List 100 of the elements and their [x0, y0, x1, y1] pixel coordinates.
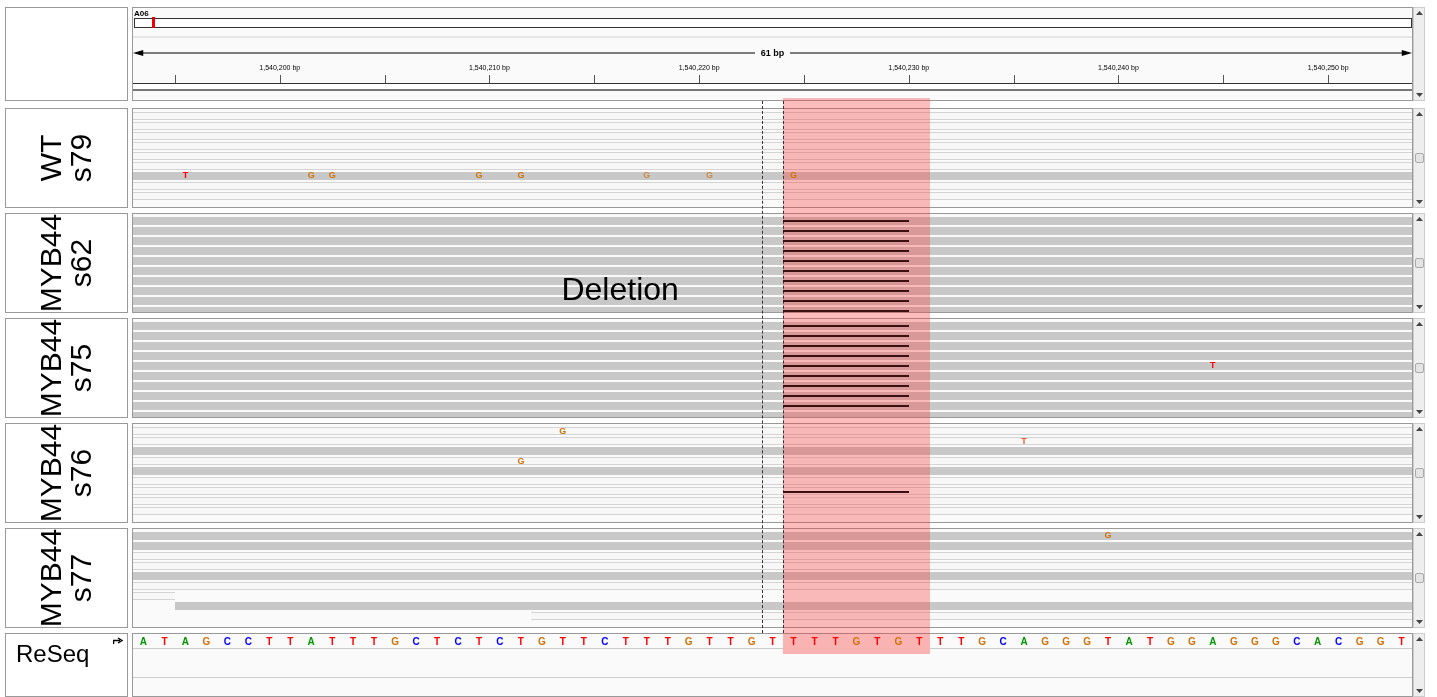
sequence-base: T — [1397, 635, 1406, 647]
sequence-base: C — [243, 635, 253, 647]
sequence-base: T — [705, 635, 714, 647]
sequence-base: A — [180, 635, 191, 647]
sequence-base: T — [783, 634, 804, 654]
mismatch-base: G — [475, 171, 483, 180]
scrollbar[interactable] — [1413, 423, 1425, 523]
scrollbar-thumb[interactable] — [1414, 468, 1424, 478]
scrollbar-thumb[interactable] — [1414, 153, 1424, 163]
mismatch-base: T — [1210, 361, 1216, 370]
sequence-base: C — [600, 635, 610, 647]
scrollbar[interactable] — [1413, 633, 1425, 697]
tick-mark — [594, 75, 596, 83]
sequence-base: G — [1354, 635, 1365, 647]
tick-mark — [1118, 75, 1120, 83]
scrollbar[interactable] — [1413, 213, 1425, 313]
scrollbar-thumb[interactable] — [1414, 258, 1424, 268]
mismatch-base: T — [182, 171, 189, 180]
sequence-base: T — [804, 634, 825, 654]
track-name: WT — [36, 134, 67, 182]
tick-mark — [1223, 75, 1225, 83]
track-name: MYB44 — [36, 423, 67, 523]
span-label: 61 bp — [754, 48, 791, 58]
scrollbar[interactable] — [1413, 108, 1425, 208]
scroll-down-icon[interactable] — [1415, 305, 1423, 309]
sequence-base: G — [683, 635, 694, 647]
sequence-base: A — [1208, 635, 1218, 647]
scroll-up-icon[interactable] — [1415, 11, 1423, 15]
sequence-base: G — [1375, 635, 1386, 647]
tick-mark — [1328, 75, 1330, 83]
scroll-down-icon[interactable] — [1415, 410, 1423, 414]
scroll-up-icon[interactable] — [1415, 427, 1423, 431]
track-name: ReSeq — [16, 640, 90, 668]
sequence-base: T — [433, 635, 442, 647]
sequence-base: C — [222, 635, 232, 647]
sequence-base: T — [516, 635, 525, 647]
scrollbar[interactable] — [1413, 528, 1425, 628]
sample-name: s75 — [66, 343, 97, 393]
sequence-base: T — [621, 635, 630, 647]
sequence-base: T — [1104, 635, 1113, 647]
sequence-base: G — [1270, 635, 1281, 647]
scroll-down-icon[interactable] — [1415, 689, 1423, 693]
sequence-base: T — [936, 635, 945, 647]
sequence-base: G — [201, 635, 212, 647]
sequence-base: G — [1166, 635, 1176, 647]
scroll-up-icon[interactable] — [1415, 532, 1423, 536]
sequence-base: G — [1249, 635, 1260, 647]
sequence-base: A — [1019, 635, 1029, 647]
scroll-up-icon[interactable] — [1415, 322, 1423, 326]
sequence-base: T — [286, 635, 295, 647]
sequence-base: G — [746, 635, 757, 647]
mismatch-base: T — [1021, 437, 1027, 446]
scroll-down-icon[interactable] — [1415, 200, 1423, 204]
mismatch-base: G — [643, 171, 651, 180]
strand-arrow-icon[interactable] — [113, 637, 123, 644]
sequence-base: C — [495, 635, 505, 647]
scroll-up-icon[interactable] — [1415, 112, 1423, 116]
sample-name: s62 — [66, 238, 97, 288]
sequence-base: T — [1145, 635, 1155, 647]
tick-mark — [384, 75, 386, 83]
sequence-base: T — [160, 635, 169, 647]
track-name: MYB44 — [36, 318, 67, 418]
sequence-base: G — [845, 634, 867, 654]
sequence-base: G — [977, 635, 988, 647]
location-marker — [151, 17, 155, 28]
sequence-base: A — [1124, 635, 1134, 647]
mismatch-base: G — [559, 427, 567, 436]
mismatch-base: G — [517, 171, 525, 180]
scroll-up-icon[interactable] — [1415, 217, 1423, 221]
scroll-down-icon[interactable] — [1415, 93, 1423, 97]
sequence-base: T — [824, 634, 846, 654]
scrollbar[interactable] — [1413, 318, 1425, 418]
sequence-base: G — [1082, 635, 1092, 647]
sequence-base: G — [887, 634, 909, 654]
scrollbar-thumb[interactable] — [1414, 573, 1424, 583]
tick-mark — [908, 75, 910, 83]
mismatch-base: G — [328, 171, 336, 180]
sequence-base: G — [1228, 635, 1239, 647]
scroll-down-icon[interactable] — [1415, 515, 1423, 519]
mismatch-base: G — [1104, 531, 1112, 540]
mismatch-base: G — [307, 171, 315, 180]
tick-mark — [174, 75, 176, 83]
sequence-base: G — [1187, 635, 1197, 647]
sequence-base: T — [663, 635, 672, 647]
sequence-base: T — [768, 635, 777, 647]
sequence-base: G — [537, 635, 547, 647]
sequence-base: T — [265, 635, 274, 647]
sequence-base: C — [1334, 635, 1344, 647]
sequence-base: C — [998, 635, 1008, 647]
track-name: MYB44 — [36, 213, 67, 313]
scrollbar-thumb[interactable] — [1414, 363, 1424, 373]
sequence-base: A — [1313, 635, 1323, 647]
sequence-base: T — [579, 635, 588, 647]
sequence-base: C — [453, 635, 463, 647]
tick-mark — [489, 75, 491, 83]
scrollbar[interactable] — [1413, 7, 1425, 101]
scroll-down-icon[interactable] — [1415, 620, 1423, 624]
mismatch-base: G — [789, 171, 797, 180]
sequence-base: T — [558, 635, 567, 647]
scroll-up-icon[interactable] — [1415, 637, 1423, 641]
